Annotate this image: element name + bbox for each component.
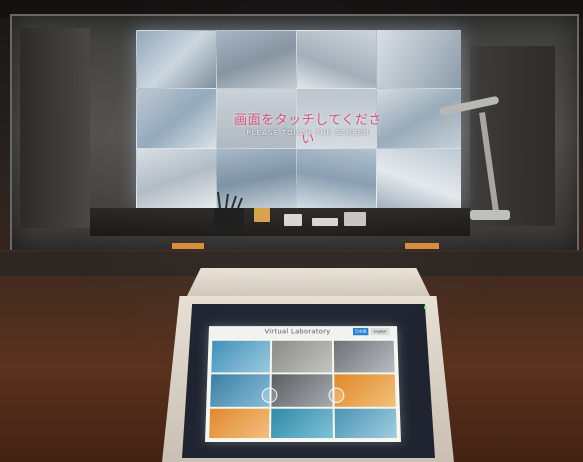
pen-holder-icon: [214, 191, 244, 228]
lab-tile[interactable]: [334, 374, 396, 407]
shelf-device: [344, 212, 366, 226]
lab-tile[interactable]: [209, 408, 270, 439]
projection-title-en: PLEASE TOUCH THE SCREEN: [246, 129, 370, 137]
kiosk-power-led: [424, 306, 427, 309]
touch-screen-nav-button[interactable]: [261, 387, 278, 403]
display-shelf: [90, 208, 470, 236]
lab-tile[interactable]: [210, 374, 270, 407]
kiosk-touch-screen[interactable]: Virtual Laboratory 日本語 English: [205, 326, 401, 442]
shelf-device: [312, 218, 338, 226]
kiosk-top: [186, 268, 431, 298]
projection-screen: 画面をタッチしてください PLEASE TOUCH THE SCREEN: [136, 30, 461, 208]
exhibit-label-plate: [172, 243, 204, 249]
language-english-button[interactable]: English: [370, 327, 390, 336]
lab-tile[interactable]: [271, 374, 333, 407]
lab-tile[interactable]: [334, 408, 397, 439]
lab-tile[interactable]: [271, 340, 333, 373]
projection-title-jp: 画面をタッチしてください: [234, 113, 382, 147]
museum-exhibit-scene: 画面をタッチしてください PLEASE TOUCH THE SCREEN Vir…: [0, 0, 583, 462]
lab-tile[interactable]: [211, 340, 271, 373]
lamp-base: [470, 210, 510, 220]
lab-tile[interactable]: [333, 340, 395, 373]
touch-screen-nav-button[interactable]: [328, 387, 345, 403]
shelf-box: [254, 208, 270, 222]
exhibit-label-plate: [405, 243, 439, 249]
shelf-device: [284, 214, 302, 226]
display-case-left-panel: [20, 28, 90, 228]
language-japanese-button[interactable]: 日本語: [352, 327, 369, 336]
lab-tile[interactable]: [271, 408, 333, 439]
